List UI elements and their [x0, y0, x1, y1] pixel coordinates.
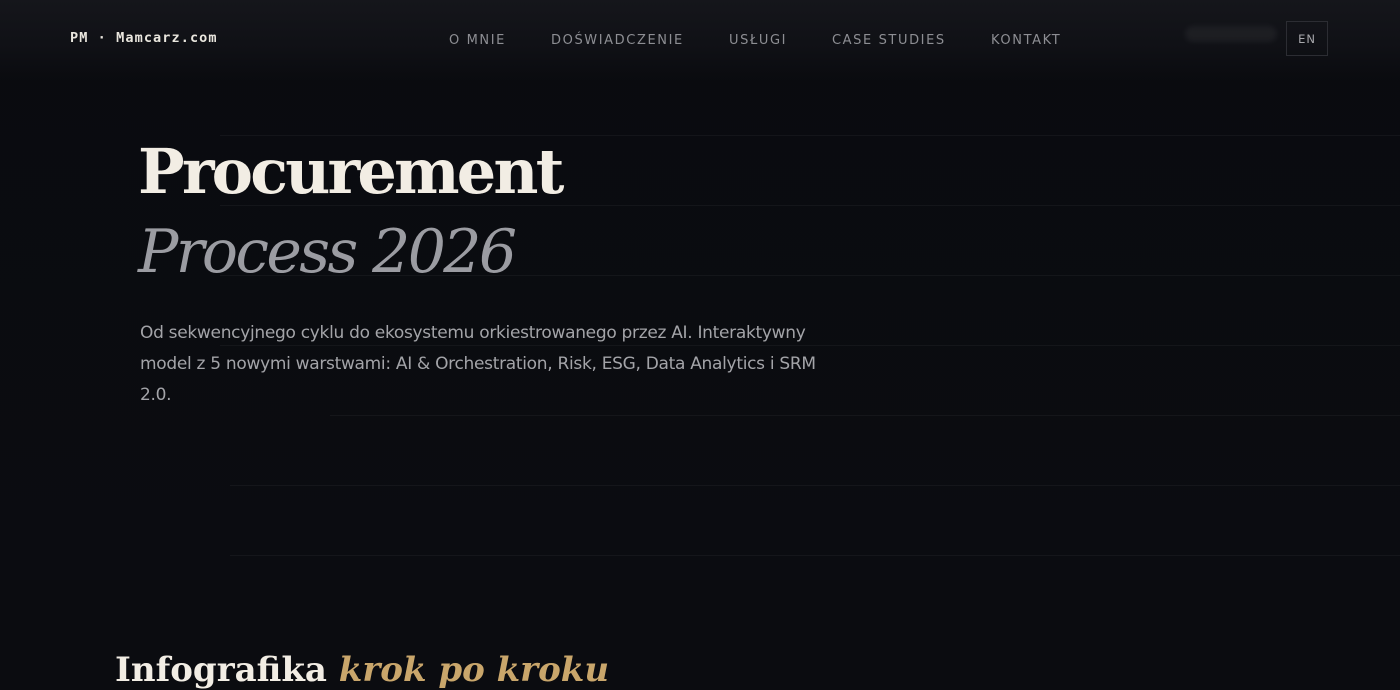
language-switch-button[interactable]: EN: [1286, 21, 1328, 56]
section-title-start: Infografika: [115, 650, 327, 690]
grid-line: [230, 555, 1400, 556]
section-title-infographic: Infografika krok po kroku: [115, 650, 609, 690]
header-blurred-element: [1185, 26, 1277, 42]
site-logo[interactable]: PM · Mamcarz.com: [70, 30, 218, 46]
site-header: PM · Mamcarz.com O MNIE DOŚWIADCZENIE US…: [0, 0, 1400, 80]
nav-link-case-studies[interactable]: CASE STUDIES: [832, 33, 946, 48]
hero-lede: Od sekwencyjnego cyklu do ekosystemu ork…: [140, 323, 816, 405]
nav-link-uslugi[interactable]: USŁUGI: [729, 33, 787, 48]
grid-line: [330, 415, 1400, 416]
hero-section: Procurement Process 2026 Od sekwencyjneg…: [0, 0, 1400, 580]
section-title-accent: krok po kroku: [338, 650, 610, 690]
hero-title-line-2: Process 2026: [138, 217, 517, 287]
hero-title-line-1: Procurement: [138, 135, 564, 208]
grid-line: [230, 485, 1400, 486]
nav-link-doswiadczenie[interactable]: DOŚWIADCZENIE: [551, 33, 684, 48]
nav-link-o-mnie[interactable]: O MNIE: [449, 33, 506, 48]
nav-link-kontakt[interactable]: KONTAKT: [991, 33, 1061, 48]
